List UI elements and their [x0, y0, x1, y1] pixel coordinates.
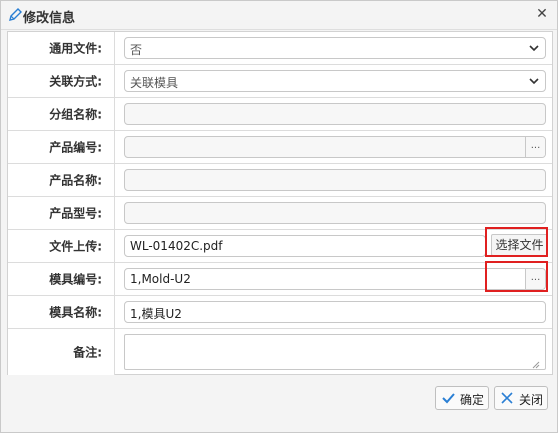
confirm-label: 确定 [460, 393, 485, 407]
product-model-input[interactable] [124, 202, 546, 224]
remark-textarea[interactable] [124, 334, 546, 370]
general-file-label: 通用文件: [49, 41, 102, 56]
file-upload-label: 文件上传: [49, 239, 102, 254]
general-file-value: 否 [130, 43, 143, 57]
chevron-down-icon [529, 78, 539, 85]
pencil-icon [9, 8, 22, 21]
form-row-mold-code: 模具编号: 1,Mold-U2 ... [8, 263, 552, 296]
info-form: 通用文件: 否 关联方式: 关联模具 分组名称: 产品编号: ... 产品名称:… [7, 31, 553, 375]
mold-name-label: 模具名称: [49, 305, 102, 320]
form-row-product-code: 产品编号: ... [8, 131, 552, 164]
x-icon [501, 392, 513, 404]
form-row-group-name: 分组名称: [8, 98, 552, 131]
form-row-general-file: 通用文件: 否 [8, 32, 552, 65]
form-row-product-name: 产品名称: [8, 164, 552, 197]
check-icon [442, 393, 455, 404]
file-upload-input[interactable]: WL-01402C.pdf [124, 235, 486, 257]
mold-name-input[interactable]: 1,模具U2 [124, 301, 546, 323]
general-file-select[interactable]: 否 [124, 37, 546, 59]
choose-file-button[interactable]: 选择文件 [491, 234, 548, 256]
product-code-lookup-button[interactable]: ... [525, 137, 545, 157]
form-row-product-model: 产品型号: [8, 197, 552, 230]
dialog-titlebar[interactable]: 修改信息 ✕ [1, 1, 557, 30]
link-mode-select[interactable]: 关联模具 [124, 70, 546, 92]
close-label: 关闭 [519, 393, 544, 407]
form-row-mold-name: 模具名称: 1,模具U2 [8, 296, 552, 329]
resize-grip-icon[interactable] [532, 361, 540, 369]
link-mode-value: 关联模具 [130, 76, 179, 90]
mold-code-label: 模具编号: [49, 272, 102, 287]
close-button[interactable]: 关闭 [494, 386, 548, 410]
dialog-title: 修改信息 [23, 11, 76, 26]
file-upload-value: WL-01402C.pdf [130, 239, 223, 253]
form-row-remark: 备注: [8, 329, 552, 375]
close-icon[interactable]: ✕ [535, 6, 549, 22]
mold-name-value: 1,模具U2 [130, 307, 182, 321]
product-model-label: 产品型号: [49, 206, 102, 221]
form-row-link-mode: 关联方式: 关联模具 [8, 65, 552, 98]
mold-code-lookup-button[interactable]: ... [525, 269, 545, 289]
mold-code-value: 1,Mold-U2 [130, 272, 191, 286]
mold-code-input[interactable]: 1,Mold-U2 ... [124, 268, 546, 290]
group-name-input[interactable] [124, 103, 546, 125]
edit-info-dialog: 修改信息 ✕ 通用文件: 否 关联方式: 关联模具 分组名称: 产品编号: ..… [0, 0, 558, 433]
link-mode-label: 关联方式: [49, 74, 102, 89]
chevron-down-icon [529, 45, 539, 52]
confirm-button[interactable]: 确定 [435, 386, 489, 410]
product-code-input[interactable]: ... [124, 136, 546, 158]
form-row-file-upload: 文件上传: WL-01402C.pdf 选择文件 [8, 230, 552, 263]
product-code-label: 产品编号: [49, 140, 102, 155]
product-name-input[interactable] [124, 169, 546, 191]
group-name-label: 分组名称: [49, 107, 102, 122]
product-name-label: 产品名称: [49, 173, 102, 188]
remark-label: 备注: [73, 345, 102, 360]
